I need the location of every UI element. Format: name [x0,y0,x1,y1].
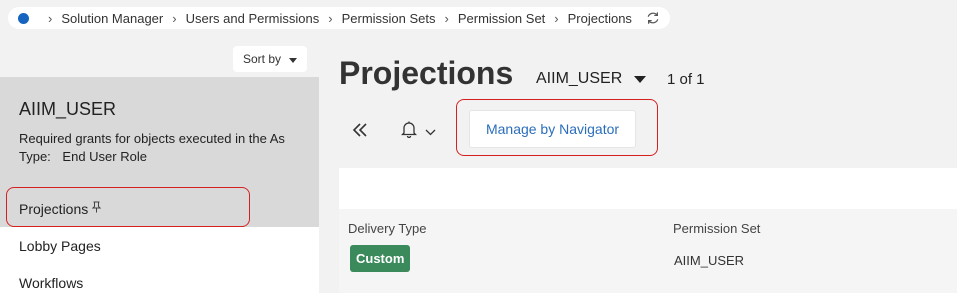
record-type-label: Type: [19,149,51,164]
table-row[interactable]: Delivery Type Permission Set Custom AIIM… [339,209,957,293]
breadcrumb-users-and-permissions[interactable]: Users and Permissions [186,11,320,26]
record-type: Type: End User Role [19,148,319,166]
nav-item-label: Lobby Pages [19,237,101,254]
selected-record-card[interactable]: AIIM_USER Required grants for objects ex… [0,77,319,190]
main-content: Projections AIIM_USER 1 of 1 Manage by N… [319,40,957,293]
notifications-button[interactable] [400,120,436,143]
chevron-right-icon: › [554,10,559,26]
record-title: AIIM_USER [19,99,117,119]
breadcrumb-projections: Projections [567,10,632,26]
chevron-right-icon: › [172,10,177,26]
chevron-right-icon: › [444,10,449,26]
column-header-permission-set: Permission Set [673,221,761,236]
page-title: Projections [339,55,514,91]
sort-by-label: Sort by [242,52,281,66]
chevron-down-icon [425,123,436,141]
collapse-left-icon[interactable] [352,120,368,143]
permission-set-value: AIIM_USER [674,253,745,268]
projections-table: Delivery Type Permission Set Custom AIIM… [339,168,957,293]
record-type-value: End User Role [62,149,147,164]
breadcrumb-solution-manager[interactable]: Solution Manager [61,11,163,26]
record-list-panel: Sort by AIIM_USER Required grants for ob… [0,40,319,293]
caret-down-icon [289,57,297,63]
record-selector[interactable]: AIIM_USER [536,70,647,88]
nav-item-lobby-pages[interactable]: Lobby Pages [0,227,319,264]
chevron-right-icon: › [48,10,53,26]
sort-bar: Sort by [0,40,319,77]
sort-by-button[interactable]: Sort by [232,46,307,72]
breadcrumb-permission-sets[interactable]: Permission Sets [342,11,436,26]
breadcrumb-permission-set[interactable]: Permission Set [458,11,545,26]
home-dot-icon[interactable] [18,12,29,24]
highlight-box-manage-button [456,99,658,156]
record-pager: 1 of 1 [667,71,705,88]
nav-item-label: Workflows [19,274,84,291]
chevron-right-icon: › [328,10,333,26]
column-header-delivery-type: Delivery Type [348,221,427,236]
delivery-type-badge: Custom [350,245,411,272]
nav-item-workflows[interactable]: Workflows [0,264,319,293]
bell-icon [400,120,418,143]
highlight-box-projections [6,187,250,227]
table-toolbar [339,168,957,209]
record-description: Required grants for objects executed in … [19,131,285,146]
breadcrumb: › Solution Manager › Users and Permissio… [8,7,670,29]
caret-down-icon [634,75,647,83]
record-selector-value: AIIM_USER [536,70,623,87]
refresh-icon[interactable] [646,11,660,25]
